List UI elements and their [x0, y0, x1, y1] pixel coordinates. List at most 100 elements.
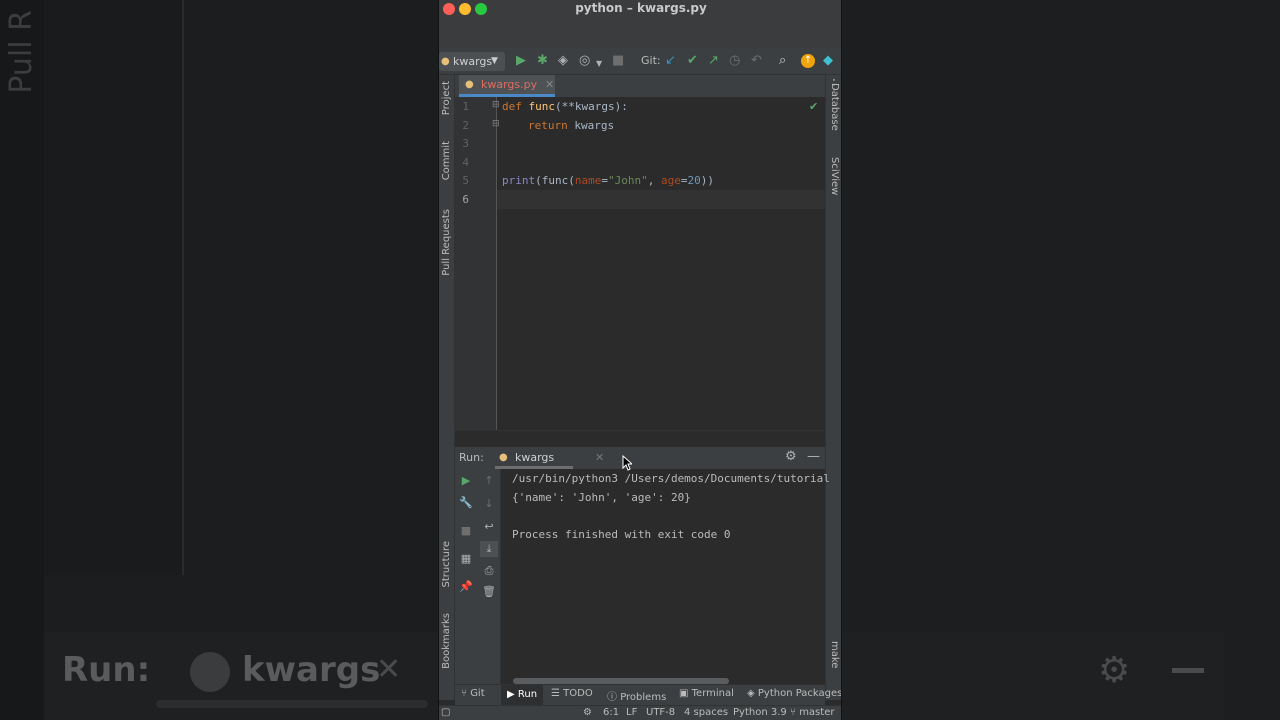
- code-text: )): [700, 174, 714, 188]
- minimize-panel-icon[interactable]: —: [807, 449, 820, 464]
- project-tool-button[interactable]: Project: [441, 81, 452, 115]
- bg-tab-label: kwargs: [242, 650, 381, 690]
- problems-icon: ⓘ: [607, 692, 621, 703]
- git-push-icon[interactable]: ↗: [708, 53, 719, 69]
- rollback-icon[interactable]: ↶: [751, 53, 762, 69]
- sync-icon[interactable]: ⚙: [583, 707, 592, 718]
- bookmarks-tool-button[interactable]: Bookmarks: [441, 613, 452, 669]
- sciview-tool-button[interactable]: SciView: [829, 157, 840, 195]
- tab-kwargs-py[interactable]: ● kwargs.py ✕: [459, 75, 555, 97]
- arrow-up-icon[interactable]: ↑: [482, 475, 496, 487]
- terminal-icon: ▣: [679, 688, 692, 699]
- trash-icon[interactable]: 🗑: [482, 586, 496, 598]
- layout-icon[interactable]: ▦: [459, 553, 473, 565]
- gear-icon[interactable]: ⚙: [785, 449, 797, 464]
- print-icon[interactable]: ⎙: [482, 565, 496, 577]
- editor-tab-bar: ● kwargs.py ✕ ⋮: [455, 75, 841, 97]
- code-text: =: [601, 174, 608, 188]
- bg-editor-gutter: [44, 0, 184, 575]
- make-tool-button[interactable]: make: [829, 641, 840, 668]
- soft-wrap-icon[interactable]: ↩: [482, 521, 496, 533]
- coverage-icon[interactable]: ◈: [558, 53, 568, 69]
- run-config-label: kwargs: [453, 55, 493, 68]
- jetbrains-logo-icon[interactable]: ◆: [823, 53, 833, 69]
- left-tool-strip: Project Commit Pull Requests Structure B…: [439, 75, 455, 700]
- code-line-2: return kwargs: [528, 117, 614, 136]
- update-icon[interactable]: ↑: [801, 54, 815, 68]
- pull-requests-tool-button[interactable]: Pull Requests: [441, 209, 452, 276]
- profile-icon[interactable]: ◎: [579, 53, 590, 69]
- panel-splitter[interactable]: [455, 430, 825, 446]
- python-icon: ●: [441, 56, 450, 67]
- bg-pull-requests-label: Pull R: [4, 10, 39, 94]
- indent-setting[interactable]: 4 spaces: [684, 707, 728, 718]
- branch-icon: ⑂: [790, 707, 800, 718]
- run-panel-header: Run: ● kwargs ✕ ⚙ —: [455, 447, 825, 469]
- run-tab-kwargs[interactable]: ● kwargs ✕: [495, 447, 604, 469]
- structure-tool-button[interactable]: Structure: [441, 541, 452, 588]
- ide-window: python – kwargs.py ● kwargs ▼ ▶ ✱ ◈ ◎ ▼ …: [438, 0, 842, 720]
- string-literal: "John": [608, 174, 648, 188]
- code-text: (**kwargs):: [555, 100, 628, 113]
- main-toolbar: ● kwargs ▼ ▶ ✱ ◈ ◎ ▼ ■ Git: ↙ ✔ ↗ ◷ ↶ ⌕ …: [439, 48, 841, 75]
- line-number: 2: [462, 118, 469, 132]
- tab-terminal[interactable]: ▣ Terminal: [679, 688, 734, 699]
- line-separator[interactable]: LF: [626, 707, 637, 718]
- bg-right-area: [842, 0, 1280, 720]
- tab-todo[interactable]: ☰ TODO: [551, 688, 593, 699]
- inspection-ok-icon[interactable]: ✔: [809, 100, 818, 113]
- function-name: func: [528, 100, 556, 113]
- window-title: python – kwargs.py: [575, 1, 707, 15]
- arrow-down-icon[interactable]: ↓: [482, 498, 496, 510]
- tab-label: TODO: [563, 688, 593, 699]
- run-actions-toolbar: ▶ 🔧 ■ ▦ 📌: [455, 469, 477, 684]
- chevron-down-icon: ▼: [491, 56, 498, 66]
- python-file-icon: ●: [465, 79, 474, 90]
- number-literal: 20: [687, 174, 701, 188]
- bg-side-strip: [0, 0, 44, 720]
- tab-label: Run: [517, 689, 538, 700]
- bottom-tool-tabs: ⑂ Git ▶ Run ☰ TODO ⓘ Problems ▣ Terminal…: [455, 684, 841, 705]
- more-options-icon[interactable]: ⋮: [827, 77, 841, 93]
- line-number: 6: [462, 193, 469, 206]
- close-run-tab-icon[interactable]: ✕: [595, 447, 604, 469]
- git-commit-icon[interactable]: ✔: [687, 53, 698, 69]
- history-icon[interactable]: ◷: [729, 53, 740, 69]
- rerun-icon[interactable]: ▶: [459, 475, 473, 487]
- right-tool-strip: Database SciView make: [825, 75, 841, 700]
- cursor-position[interactable]: 6:1: [603, 707, 619, 718]
- fold-icon[interactable]: ⊟: [492, 100, 500, 110]
- tab-label: Terminal: [691, 688, 734, 699]
- mouse-cursor-icon: [622, 455, 632, 471]
- interpreter[interactable]: Python 3.9: [733, 707, 787, 718]
- git-branch[interactable]: ⑂ master: [790, 707, 834, 718]
- panel-toggle-icon[interactable]: ▢: [441, 707, 450, 718]
- code-editor[interactable]: [497, 97, 825, 430]
- more-run-chevron-icon[interactable]: ▼: [596, 56, 602, 72]
- wrench-icon[interactable]: 🔧: [459, 497, 473, 509]
- stop-icon[interactable]: ■: [612, 53, 624, 69]
- tab-problems[interactable]: ⓘ Problems: [607, 688, 666, 703]
- scroll-to-end-icon[interactable]: ⤓: [480, 541, 498, 557]
- tab-python-packages[interactable]: ◈ Python Packages: [747, 688, 841, 699]
- debug-icon[interactable]: ✱: [537, 53, 548, 69]
- pin-icon[interactable]: 📌: [459, 581, 473, 593]
- git-update-icon[interactable]: ↙: [665, 53, 676, 69]
- bg-minimize-icon: [1172, 668, 1204, 673]
- tab-run[interactable]: ▶ Run: [501, 685, 544, 705]
- tab-git[interactable]: ⑂ Git: [461, 688, 485, 699]
- close-tab-icon[interactable]: ✕: [545, 75, 554, 95]
- code-text: =: [680, 174, 688, 188]
- console-line: Process finished with exit code 0: [512, 528, 731, 541]
- file-encoding[interactable]: UTF-8: [646, 707, 675, 718]
- search-icon[interactable]: ⌕: [779, 53, 786, 69]
- run-config-selector[interactable]: ● kwargs ▼: [439, 52, 505, 71]
- commit-tool-button[interactable]: Commit: [441, 141, 452, 180]
- console-actions-toolbar: ↑ ↓ ↩ ⤓ ⎙ 🗑: [477, 469, 501, 684]
- fold-end-icon[interactable]: ⊟: [492, 119, 500, 129]
- stop-icon[interactable]: ■: [459, 525, 473, 537]
- run-icon[interactable]: ▶: [516, 53, 526, 69]
- param-name: name: [574, 174, 602, 188]
- tab-label: Problems: [620, 692, 667, 703]
- param-name: age: [661, 174, 681, 188]
